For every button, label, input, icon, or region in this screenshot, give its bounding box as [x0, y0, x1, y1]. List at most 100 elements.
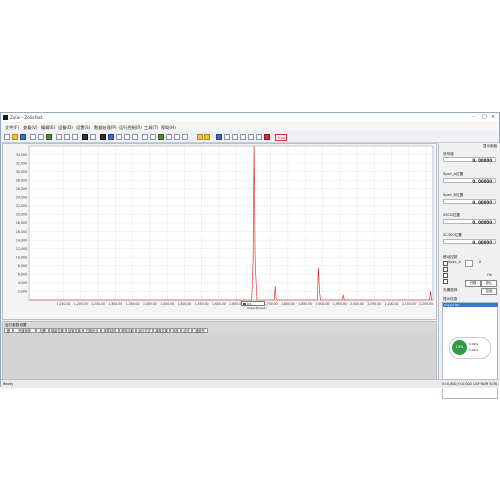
stop-button[interactable]: Stop: [275, 134, 287, 141]
y-tick-label: 18,000: [16, 221, 27, 225]
network-speed-gauge[interactable]: 15% 0.0K/s 0.0K/s: [449, 337, 491, 359]
run-parameters-panel: 运行参数设置 图 光谱采样 光栅 起始位置 结束位置 扫描步长 采样延时 采样次…: [2, 321, 437, 387]
window-title: Zolix - Zolixfast: [10, 115, 43, 120]
x-tick-label: 1,450.00: [160, 302, 174, 306]
motion-dropdown[interactable]: [465, 260, 473, 267]
app-logo-icon: [3, 115, 8, 120]
crosshair-icon[interactable]: [174, 134, 180, 140]
spectrum-chart[interactable]: 2,000 4,000 6,000 8,000 10,000 12,000 14,000 16…: [2, 143, 437, 320]
x-tick-label: 1,400.00: [143, 302, 157, 306]
preview-icon[interactable]: [90, 134, 96, 140]
x-tick-label: 1,350.00: [126, 302, 140, 306]
field-value-spec-a: 0. 00000: [443, 178, 496, 184]
menu-device[interactable]: 设备(D): [58, 125, 73, 131]
chart-legend: D3-Import(line1): [241, 301, 267, 310]
x-tick-label: 2,100.00: [385, 302, 399, 306]
status-coords: X=0,000,Y=0,000: [442, 382, 472, 386]
y-tick-label: 30,000: [16, 170, 27, 174]
list-icon[interactable]: [132, 134, 138, 140]
y-axis-ticks: 2,000 4,000 6,000 8,000 10,000 12,000 14,000 16…: [16, 153, 27, 294]
status-text: Ready: [3, 382, 14, 386]
close-icon[interactable]: ×: [491, 114, 495, 120]
parameter-table[interactable]: [4, 333, 435, 383]
new-file-icon[interactable]: [4, 134, 10, 140]
baseline-icon[interactable]: [204, 134, 210, 140]
scan-icon[interactable]: [232, 134, 238, 140]
menu-run-control[interactable]: 运行控制(R): [119, 125, 142, 131]
zoom-out-icon[interactable]: [150, 134, 156, 140]
x-tick-label: 1,800.00: [281, 302, 295, 306]
legend-entry: D3-Import(line1): [247, 302, 267, 310]
copy-icon[interactable]: [64, 134, 70, 140]
calibrate-icon[interactable]: [248, 134, 254, 140]
save-icon[interactable]: [20, 134, 26, 140]
menu-file[interactable]: 文件(F): [5, 125, 19, 131]
y-tick-label: 26,000: [16, 187, 27, 191]
table-icon[interactable]: [124, 134, 130, 140]
marker-icon[interactable]: [182, 134, 188, 140]
play-icon[interactable]: [216, 134, 222, 140]
y-tick-label: 14,000: [16, 238, 27, 242]
ok-button[interactable]: Ok: [487, 273, 492, 277]
apply-button[interactable]: 应用: [481, 288, 497, 295]
motion-checkbox-4[interactable]: [443, 279, 448, 284]
menu-tools[interactable]: 工具(T): [144, 125, 158, 131]
range-select-label: 光栅选择: [443, 288, 458, 292]
open-folder-icon[interactable]: [12, 134, 18, 140]
y-tick-label: 16,000: [16, 230, 27, 234]
menu-edit[interactable]: 编辑(E): [41, 125, 55, 131]
y-tick-label: 6,000: [18, 273, 27, 277]
app-window: Zolix - Zolixfast – □ × 文件(F) 查看(V) 编辑(E…: [0, 112, 500, 399]
cursor-icon[interactable]: [166, 134, 172, 140]
motion-item: Spec_A: [448, 260, 462, 264]
export-icon[interactable]: [38, 134, 44, 140]
y-tick-label: 32,000: [16, 161, 27, 165]
step-icon[interactable]: [224, 134, 230, 140]
menu-bar: 文件(F) 查看(V) 编辑(E) 设备(D) 设置(S) 数据处理(P) 运行…: [1, 123, 499, 131]
field-label-sscd: SSCD位置: [443, 213, 461, 217]
x-tick-label: 1,500.00: [177, 302, 191, 306]
minimize-icon[interactable]: –: [473, 114, 476, 120]
gauge-up: 0.0K/s: [469, 342, 479, 346]
y-tick-label: 2,000: [18, 290, 27, 294]
run-button[interactable]: 行程: [465, 280, 481, 287]
y-tick-label: 4,000: [18, 281, 27, 285]
gauge-percent: 15%: [452, 340, 467, 355]
maximize-icon[interactable]: □: [482, 114, 487, 120]
hint-item[interactable]: Import OK: [443, 303, 498, 307]
peak-icon[interactable]: [197, 134, 203, 140]
print-icon[interactable]: [82, 134, 88, 140]
x-tick-label: 2,150.00: [402, 302, 416, 306]
fit-icon[interactable]: [158, 134, 164, 140]
paste-icon[interactable]: [72, 134, 78, 140]
zoom-in-icon[interactable]: [142, 134, 148, 140]
x-tick-label: 1,950.00: [333, 302, 347, 306]
menu-data-process[interactable]: 数据处理(P): [94, 125, 117, 131]
motion-value: 0: [479, 260, 482, 264]
menu-view[interactable]: 查看(V): [23, 125, 38, 131]
x-tick-label: 2,000.00: [350, 302, 364, 306]
record-icon[interactable]: [264, 134, 270, 140]
menu-help[interactable]: 帮助(H): [161, 125, 176, 131]
x-tick-label: 2,050.00: [367, 302, 381, 306]
motion-checkbox-3[interactable]: [443, 273, 448, 278]
grid-icon[interactable]: [116, 134, 122, 140]
status-bar: Ready X=0,000,Y=0,000 CAP NUM SCRL: [1, 379, 499, 388]
x-tick-label: 2,200.00: [419, 302, 433, 306]
import-icon[interactable]: [30, 134, 36, 140]
y-tick-label: 8,000: [18, 264, 27, 268]
status-keys: CAP NUM SCRL: [473, 382, 498, 386]
menu-settings[interactable]: 设置(S): [76, 125, 90, 131]
motion-checkbox-2[interactable]: [443, 267, 448, 272]
stop-motion-button[interactable]: 停止: [481, 280, 497, 287]
gear-icon[interactable]: [240, 134, 246, 140]
field-value-spec-b: 0. 00000: [443, 199, 496, 205]
chart-icon[interactable]: [46, 134, 52, 140]
title-bar: Zolix - Zolixfast – □ ×: [1, 113, 499, 122]
refresh-icon[interactable]: [256, 134, 262, 140]
legend-swatch: [243, 303, 246, 305]
cut-icon[interactable]: [56, 134, 62, 140]
settings-icon[interactable]: [108, 134, 114, 140]
view-icon[interactable]: [100, 134, 106, 140]
y-tick-label: 20,000: [16, 213, 27, 217]
